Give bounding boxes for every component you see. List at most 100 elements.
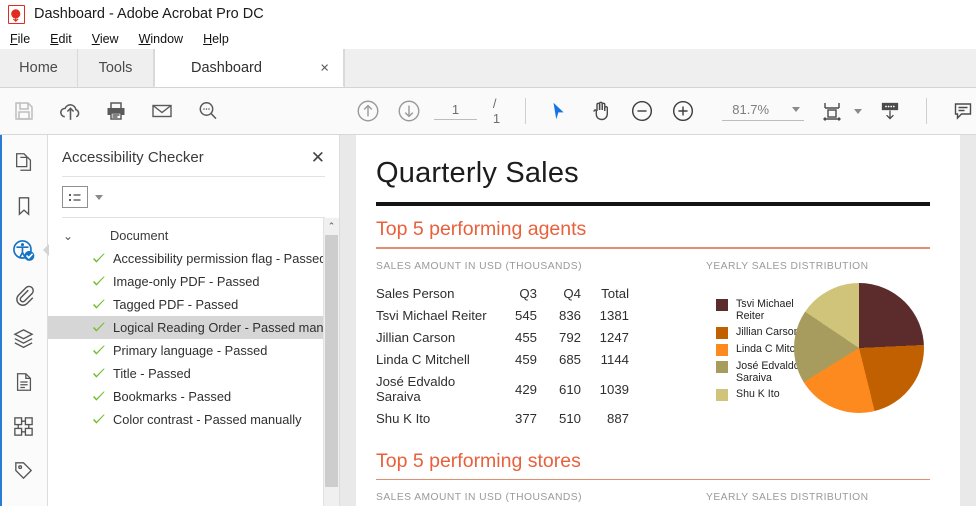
table-row: Shu K Ito 377 510 887: [376, 408, 629, 430]
scroll-up-icon[interactable]: ⌃: [324, 218, 339, 234]
scrollbar-thumb[interactable]: [325, 235, 338, 487]
section-agents-columns: SALES AMOUNT IN USD (THOUSANDS) Sales Pe…: [376, 261, 930, 430]
pdf-page: Quarterly Sales Top 5 performing agents …: [356, 135, 960, 506]
email-icon[interactable]: [146, 95, 178, 127]
panel-scrollbar[interactable]: ⌃: [323, 218, 339, 506]
list-item-label: Logical Reading Order - Passed manually: [113, 320, 339, 335]
list-item[interactable]: Title - Passed: [48, 362, 339, 385]
list-item[interactable]: Image-only PDF - Passed: [48, 270, 339, 293]
cell-name: José Edvaldo Saraiva: [376, 374, 456, 405]
zoom-level-value: 81.7%: [732, 101, 770, 117]
agents-chart-column: YEARLY SALES DISTRIBUTION Tsvi Michael R…: [706, 261, 930, 430]
list-item[interactable]: Tagged PDF - Passed: [48, 293, 339, 316]
column-header-name: Sales Person: [376, 286, 455, 302]
checker-tree-inner: ⌄ Document Accessibility permission flag…: [48, 218, 339, 431]
tab-tools-label: Tools: [98, 60, 133, 76]
page-thumbnails-icon[interactable]: [7, 145, 41, 179]
reading-order-icon[interactable]: [7, 409, 41, 443]
close-icon[interactable]: ✕: [311, 149, 325, 166]
tags-icon[interactable]: [7, 453, 41, 487]
bookmarks-icon[interactable]: [7, 189, 41, 223]
close-icon[interactable]: ×: [320, 60, 329, 75]
stores-table-label: SALES AMOUNT IN USD (THOUSANDS): [376, 492, 582, 504]
panel-header: Accessibility Checker ✕: [48, 135, 339, 176]
column-header-q4: Q4: [563, 286, 581, 302]
toolbar-center-group: 1 / 1: [352, 95, 698, 127]
previous-page-icon[interactable]: [352, 95, 383, 127]
comment-icon[interactable]: [947, 95, 976, 127]
zoom-level-select[interactable]: 81.7%: [722, 101, 805, 121]
section-heading-agents: Top 5 performing agents: [376, 218, 587, 240]
table-header-row: Sales Person Q3 Q4 Total: [376, 283, 629, 305]
section-heading-stores: Top 5 performing stores: [376, 449, 581, 472]
tab-tools[interactable]: Tools: [78, 49, 154, 87]
scroll-mode-icon[interactable]: [874, 95, 906, 127]
table-row: José Edvaldo Saraiva 429 610 1039: [376, 371, 629, 408]
menu-edit[interactable]: Edit: [48, 30, 82, 48]
cell-q4: 685: [558, 352, 581, 368]
options-list-icon[interactable]: [62, 186, 88, 208]
menu-file[interactable]: File: [8, 30, 40, 48]
fit-page-chevron-down-icon[interactable]: [854, 108, 863, 114]
print-icon[interactable]: [100, 95, 132, 127]
list-item[interactable]: Color contrast - Passed manually: [48, 408, 339, 431]
accessibility-checker-panel: Accessibility Checker ✕ ⌄ Document Acces…: [48, 135, 340, 506]
zoom-in-icon[interactable]: [667, 95, 698, 127]
section-stores-columns: SALES AMOUNT IN USD (THOUSANDS) YEARLY S…: [376, 492, 930, 503]
menu-window[interactable]: Window: [137, 30, 193, 48]
tab-home[interactable]: Home: [0, 49, 78, 87]
tree-group-document[interactable]: ⌄ Document: [48, 224, 339, 247]
search-icon[interactable]: [192, 95, 224, 127]
cell-q3: 545: [514, 308, 537, 324]
tab-dashboard[interactable]: Dashboard ×: [154, 49, 344, 87]
document-viewer[interactable]: Quarterly Sales Top 5 performing agents …: [340, 135, 976, 506]
list-item-label: Accessibility permission flag - Passed: [113, 251, 327, 266]
passed-check-icon: [92, 298, 106, 311]
cell-total: 887: [606, 411, 629, 427]
passed-check-icon: [92, 321, 106, 334]
cell-q4: 792: [558, 330, 581, 346]
pdf-document-icon: ⧭: [8, 4, 25, 24]
cell-name: Shu K Ito: [376, 411, 431, 427]
zoom-out-icon[interactable]: [626, 95, 657, 127]
cell-total: 1039: [599, 381, 629, 397]
attachments-icon[interactable]: [7, 277, 41, 311]
legend-swatch: [716, 326, 728, 339]
next-page-icon[interactable]: [393, 95, 424, 127]
table-row: Tsvi Michael Reiter 545 836 1381: [376, 305, 629, 327]
cell-q3: 377: [514, 411, 537, 427]
column-header-q3: Q3: [519, 286, 537, 302]
legend-swatch: [716, 360, 728, 373]
menu-help[interactable]: Help: [201, 30, 239, 48]
select-tool-icon[interactable]: [544, 95, 575, 127]
window-title: Dashboard - Adobe Acrobat Pro DC: [34, 6, 264, 22]
fit-page-icon[interactable]: [816, 95, 848, 127]
tree-group-label: Document: [110, 228, 169, 243]
tab-dashboard-label: Dashboard: [191, 59, 262, 76]
menu-view[interactable]: View: [90, 30, 129, 48]
agents-sales-table: Sales Person Q3 Q4 Total Tsvi Michael Re…: [376, 283, 629, 430]
hand-tool-icon[interactable]: [585, 95, 616, 127]
tab-strip-filler: [344, 49, 976, 87]
list-item[interactable]: Primary language - Passed: [48, 339, 339, 362]
cell-q3: 429: [514, 381, 537, 397]
table-row: Jillian Carson 455 792 1247: [376, 327, 629, 349]
page-number-input[interactable]: 1: [434, 102, 477, 120]
legend-label: Shu K Ito: [736, 387, 780, 400]
layers-icon[interactable]: [7, 321, 41, 355]
save-icon[interactable]: [8, 95, 40, 127]
accessibility-icon[interactable]: [7, 233, 41, 267]
chevron-down-icon: [792, 106, 801, 112]
page-total-label: / 1: [492, 96, 501, 126]
content-icon[interactable]: [7, 365, 41, 399]
cloud-upload-icon[interactable]: [54, 95, 86, 127]
list-item[interactable]: Bookmarks - Passed: [48, 385, 339, 408]
main-toolbar: 1 / 1 81.7%: [0, 88, 976, 135]
list-item-selected[interactable]: Logical Reading Order - Passed manually: [48, 316, 339, 339]
legend-swatch: [716, 343, 728, 356]
chevron-down-icon[interactable]: [95, 194, 103, 200]
list-item[interactable]: Accessibility permission flag - Passed: [48, 247, 339, 270]
cell-name: Linda C Mitchell: [376, 352, 470, 368]
list-item-label: Primary language - Passed: [113, 343, 268, 358]
list-item-label: Bookmarks - Passed: [113, 389, 232, 404]
